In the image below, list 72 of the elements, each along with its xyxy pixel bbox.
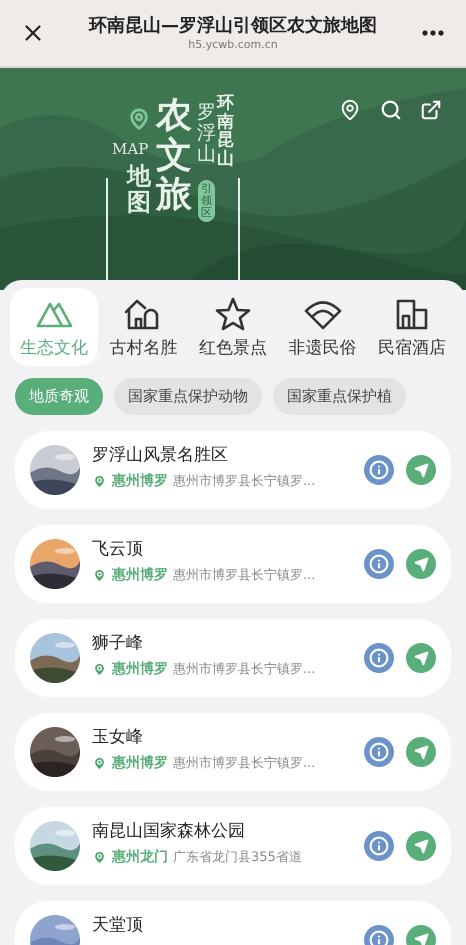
- pin-icon: [92, 474, 107, 489]
- place-card[interactable]: 罗浮山风景名胜区 惠州博罗 惠州市博罗县长宁镇罗...: [15, 431, 451, 509]
- place-city: 惠州博罗: [112, 472, 168, 491]
- place-card[interactable]: 狮子峰 惠州博罗 惠州市博罗县长宁镇罗...: [15, 619, 451, 697]
- share-icon: [420, 99, 442, 121]
- place-card[interactable]: 玉女峰 惠州博罗 惠州市博罗县长宁镇罗...: [15, 713, 451, 791]
- page-title: 环南昆山—罗浮山引领区农文旅地图: [89, 14, 377, 38]
- filter-chip[interactable]: 国家重点保护动物: [114, 378, 262, 415]
- filter-chip[interactable]: 国家重点保护植: [273, 378, 406, 415]
- logo-region-text: 环南昆山: [217, 94, 234, 169]
- share-button[interactable]: [420, 99, 442, 121]
- info-icon: [369, 648, 389, 668]
- place-address: 惠州市博罗县长宁镇罗...: [173, 660, 316, 679]
- category-tab[interactable]: 非遗民俗: [278, 288, 366, 366]
- place-city: 惠州龙门: [112, 848, 168, 867]
- info-icon: [369, 554, 389, 574]
- navigate-button[interactable]: [406, 643, 436, 673]
- more-icon: [422, 30, 444, 36]
- info-button[interactable]: [364, 455, 394, 485]
- info-icon: [369, 930, 389, 945]
- info-button[interactable]: [364, 549, 394, 579]
- search-icon: [380, 99, 402, 121]
- logo-region-text: 罗浮山: [197, 102, 216, 165]
- paper-plane-icon: [414, 932, 428, 945]
- place-address: 广东省龙门县355省道: [173, 848, 302, 867]
- place-name: 南昆山国家森林公园: [92, 820, 246, 842]
- category-tab[interactable]: 古村名胜: [100, 288, 188, 366]
- pin-icon: [92, 850, 107, 865]
- paper-plane-icon: [414, 462, 428, 478]
- logo-map-text: MAP: [112, 142, 148, 157]
- info-icon: [369, 836, 389, 856]
- star-icon: [212, 296, 253, 332]
- search-button[interactable]: [380, 99, 402, 121]
- info-button[interactable]: [364, 737, 394, 767]
- place-name: 玉女峰: [92, 726, 144, 748]
- paper-plane-icon: [414, 744, 428, 760]
- place-name: 狮子峰: [92, 632, 144, 654]
- logo-badge: 引领区: [198, 180, 215, 222]
- paper-plane-icon: [414, 838, 428, 854]
- location-button[interactable]: [339, 99, 361, 121]
- navigate-button[interactable]: [406, 549, 436, 579]
- location-icon: [339, 99, 361, 121]
- category-tab[interactable]: 民宿酒店: [368, 288, 456, 366]
- place-card[interactable]: 天堂顶: [15, 901, 451, 945]
- info-icon: [369, 742, 389, 762]
- place-city: 惠州博罗: [112, 660, 168, 679]
- place-address: 惠州市博罗县长宁镇罗...: [173, 472, 316, 491]
- pin-icon: [92, 568, 107, 583]
- info-button[interactable]: [364, 831, 394, 861]
- category-tab[interactable]: 红色景点: [189, 288, 277, 366]
- place-address: 惠州市博罗县长宁镇罗...: [173, 566, 316, 585]
- navigate-button[interactable]: [406, 737, 436, 767]
- pin-icon: [92, 662, 107, 677]
- place-city: 惠州博罗: [112, 566, 168, 585]
- paper-plane-icon: [414, 650, 428, 666]
- place-name: 天堂顶: [92, 914, 144, 936]
- navigate-button[interactable]: [406, 831, 436, 861]
- place-card[interactable]: 南昆山国家森林公园 惠州龙门 广东省龙门县355省道: [15, 807, 451, 885]
- place-address: 惠州市博罗县长宁镇罗...: [173, 754, 316, 773]
- navigate-button[interactable]: [406, 455, 436, 485]
- paper-plane-icon: [414, 556, 428, 572]
- pin-icon: [128, 108, 150, 130]
- page-url: h5.ycwb.com.cn: [188, 38, 278, 52]
- place-card[interactable]: 飞云顶 惠州博罗 惠州市博罗县长宁镇罗...: [15, 525, 451, 603]
- logo-main-title: 农文旅: [156, 96, 192, 215]
- info-icon: [369, 460, 389, 480]
- place-name: 飞云顶: [92, 538, 144, 560]
- place-name: 罗浮山风景名胜区: [92, 444, 229, 466]
- place-city: 惠州博罗: [112, 754, 168, 773]
- logo-map-title: 地图: [127, 163, 151, 216]
- pin-icon: [92, 756, 107, 771]
- info-button[interactable]: [364, 643, 394, 673]
